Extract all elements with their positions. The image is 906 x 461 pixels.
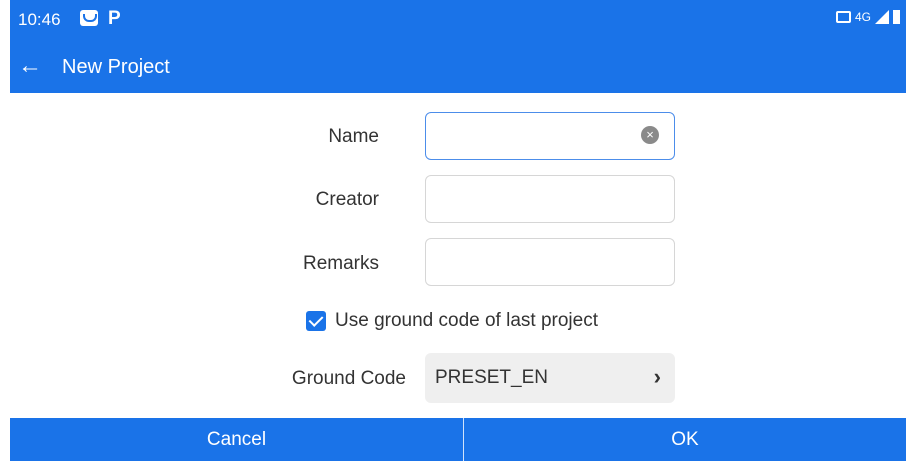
use-last-ground-code-checkbox[interactable] <box>306 311 326 331</box>
signal-icon <box>875 10 889 24</box>
status-time: 10:46 <box>18 10 61 29</box>
app-window: 10:46 P 4G ← New Project Name × Creator … <box>10 0 906 461</box>
page-title: New Project <box>62 56 170 78</box>
use-last-ground-code-label: Use ground code of last project <box>335 310 598 331</box>
ground-code-value: PRESET_EN <box>435 367 548 388</box>
cancel-button[interactable]: Cancel <box>10 418 463 461</box>
ok-button[interactable]: OK <box>464 418 906 461</box>
remarks-label: Remarks <box>302 253 379 274</box>
remarks-field[interactable] <box>425 238 675 286</box>
chevron-right-icon: › <box>653 364 661 389</box>
name-label: Name <box>328 126 379 147</box>
creator-field[interactable] <box>425 175 675 223</box>
ground-code-label: Ground Code <box>291 368 406 389</box>
battery-icon <box>893 10 900 24</box>
status-right: 4G <box>835 10 900 24</box>
network-type: 4G <box>854 10 871 24</box>
creator-label: Creator <box>315 189 379 210</box>
status-bar: 10:46 P 4G <box>10 0 906 40</box>
cast-icon <box>835 11 851 23</box>
left-margin <box>0 0 10 461</box>
ground-code-select[interactable]: PRESET_EN › <box>425 353 675 403</box>
app-bar: ← New Project <box>10 48 906 93</box>
arrow-left-icon[interactable]: ← <box>18 54 42 78</box>
clear-icon[interactable]: × <box>641 126 659 144</box>
bottom-action-bar: Cancel OK <box>10 418 906 461</box>
gallery-icon <box>80 10 98 26</box>
name-field[interactable] <box>425 112 675 160</box>
use-last-ground-code-option[interactable]: Use ground code of last project <box>306 310 598 332</box>
top-bar: 10:46 P 4G ← New Project <box>10 0 906 93</box>
app-notification-icon: P <box>108 8 121 29</box>
